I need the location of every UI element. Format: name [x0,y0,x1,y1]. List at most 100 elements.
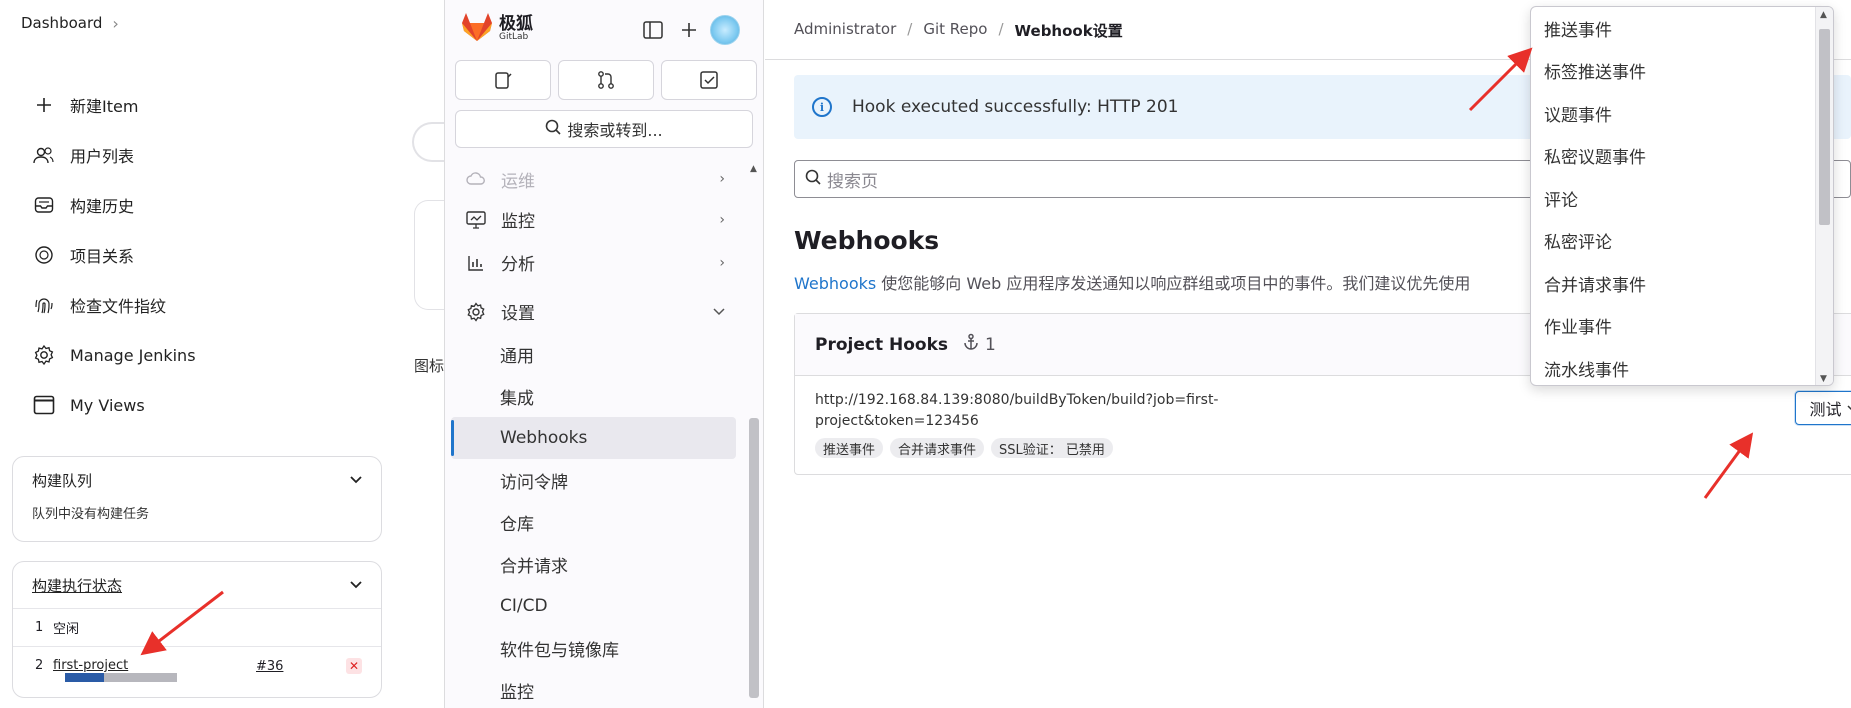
users-icon [30,141,58,169]
sidebar-item-access-tokens[interactable]: 访问令牌 [445,459,745,501]
nav-monitor[interactable]: 监控 › [445,198,745,241]
build-queue-header[interactable]: 构建队列 [13,457,381,503]
menu-fingerprint[interactable]: 检查文件指纹 [30,280,196,330]
dropdown-item-confidential-issue-events[interactable]: 私密议题事件 [1531,135,1833,178]
breadcrumb-separator: / [907,20,913,38]
description-text: 使您能够向 Web 应用程序发送通知以响应群组或项目中的事件。我们建议优先使用 [876,274,1471,293]
event-badge: 合并请求事件 [890,438,985,458]
create-new-icon[interactable] [671,14,707,46]
executor-row: 2 first-project #36 ✕ [13,646,381,684]
build-queue-title: 构建队列 [32,471,93,490]
menu-new-item[interactable]: 新建Item [30,80,196,130]
executor-status-title[interactable]: 构建执行状态 [32,575,122,596]
breadcrumb-item[interactable]: Git Repo [923,20,987,41]
scrollbar-thumb[interactable] [749,418,759,698]
menu-project-relations[interactable]: 项目关系 [30,230,196,280]
gitlab-brand[interactable]: 极狐 GitLab [461,12,533,46]
chevron-down-icon[interactable] [349,471,363,489]
nav-label: 监控 [501,212,535,232]
build-number-link[interactable]: #36 [256,659,283,674]
merge-requests-icon[interactable] [558,60,654,100]
hook-url: http://192.168.84.139:8080/buildByToken/… [815,392,1219,429]
sidebar-item-merge-requests[interactable]: 合并请求 [445,543,745,585]
executor-job-link[interactable]: first-project [53,658,128,673]
menu-label: Manage Jenkins [70,345,196,365]
info-icon: i [812,97,832,117]
toggle-sidebar-icon[interactable] [635,14,671,46]
dropdown-item-tag-push-events[interactable]: 标签推送事件 [1531,50,1833,93]
sidebar-item-webhooks[interactable]: Webhooks [451,417,736,459]
breadcrumb-dashboard[interactable]: Dashboard [21,14,102,32]
sidebar-item-general[interactable]: 通用 [445,333,745,375]
chevron-right-icon: › [719,171,725,187]
search-icon [545,119,561,139]
brand-name: 极狐 GitLab [499,16,533,42]
partial-text: 图标 [414,357,445,375]
menu-build-history[interactable]: 构建历史 [30,180,196,230]
nav-operate[interactable]: 运维 › [445,160,745,198]
breadcrumb-separator: / [998,20,1004,38]
dropdown-item-merge-request-events[interactable]: 合并请求事件 [1531,262,1833,305]
cancel-build-icon[interactable]: ✕ [346,658,362,674]
chevron-down-icon [1846,401,1851,415]
project-hooks-title: Project Hooks [815,334,949,355]
menu-label: 项目关系 [70,247,135,266]
menu-label: My Views [70,395,145,415]
sidebar-scrollbar[interactable]: ▲ [745,160,763,708]
scroll-down-icon[interactable]: ▼ [1820,374,1827,384]
brand-title: 极狐 [499,14,533,34]
sidebar-item-packages[interactable]: 软件包与镜像库 [445,627,745,669]
user-avatar[interactable] [707,14,743,46]
issues-icon[interactable] [455,60,551,100]
test-hook-button[interactable]: 测试 [1795,391,1851,425]
dropdown-scrollbar[interactable]: ▲ ▼ [1815,7,1833,385]
hook-icon [962,333,980,356]
nav-analyze[interactable]: 分析 › [445,241,745,284]
sidebar-item-cicd[interactable]: CI/CD [445,585,745,627]
dropdown-item-comments[interactable]: 评论 [1531,177,1833,220]
executor-status-card: 构建执行状态 1 空闲 2 first-project #36 ✕ [12,561,382,698]
menu-users[interactable]: 用户列表 [30,130,196,180]
hooks-count: 1 [985,334,996,355]
executor-row: 1 空闲 [13,608,381,646]
menu-my-views[interactable]: My Views [30,380,196,430]
nav-label: 设置 [501,304,535,324]
scrollbar-thumb[interactable] [1819,29,1830,225]
scroll-up-icon[interactable]: ▲ [750,164,757,174]
menu-label: 用户列表 [70,147,135,166]
nav-settings[interactable]: 设置 [445,290,745,333]
todo-icon[interactable] [661,60,757,100]
page-description: Webhooks 使您能够向 Web 应用程序发送通知以响应群组或项目中的事件。… [794,270,1470,294]
chevron-down-icon[interactable] [349,576,363,594]
chart-icon [465,254,487,272]
menu-manage-jenkins[interactable]: Manage Jenkins [30,330,196,380]
sidebar-search-label: 搜索或转到... [567,121,663,140]
sidebar-item-integrations[interactable]: 集成 [445,375,745,417]
alert-message: Hook executed successfully: HTTP 201 [852,97,1179,117]
build-queue-card: 构建队列 队列中没有构建任务 [12,456,382,542]
menu-label: 新建Item [70,97,139,116]
sidebar-search-button[interactable]: 搜索或转到... [455,110,753,148]
sidebar-item-monitor[interactable]: 监控 [445,669,745,708]
dropdown-item-push-events[interactable]: 推送事件 [1531,7,1833,50]
chevron-right-icon: › [719,254,725,271]
executor-number: 2 [35,658,44,673]
webhooks-docs-link[interactable]: Webhooks [794,274,876,293]
sidebar-item-repository[interactable]: 仓库 [445,501,745,543]
plus-icon [30,91,58,119]
nav-label: 分析 [501,255,535,275]
breadcrumb-item[interactable]: Administrator [794,20,896,41]
dropdown-item-issue-events[interactable]: 议题事件 [1531,92,1833,135]
jenkins-panel: Dashboard › 新建Item 用户列表 构建历史 项目关系 检查文件指纹… [0,0,448,708]
dropdown-item-pipeline-events[interactable]: 流水线事件 [1531,347,1833,385]
breadcrumb-current[interactable]: Webhook设置 [1015,20,1123,41]
gitlab-sidebar: 极狐 GitLab 搜索或转到... 运维 › 监控 › 分析 › 设置 通用 … [444,0,764,708]
executor-status: 空闲 [53,622,80,637]
dropdown-item-job-events[interactable]: 作业事件 [1531,305,1833,348]
dropdown-item-confidential-comments[interactable]: 私密评论 [1531,220,1833,263]
chevron-right-icon: › [112,13,119,33]
chevron-down-icon [713,304,725,320]
scroll-up-icon[interactable]: ▲ [1820,10,1827,20]
executor-status-header[interactable]: 构建执行状态 [13,562,381,608]
gear-icon [30,341,58,369]
